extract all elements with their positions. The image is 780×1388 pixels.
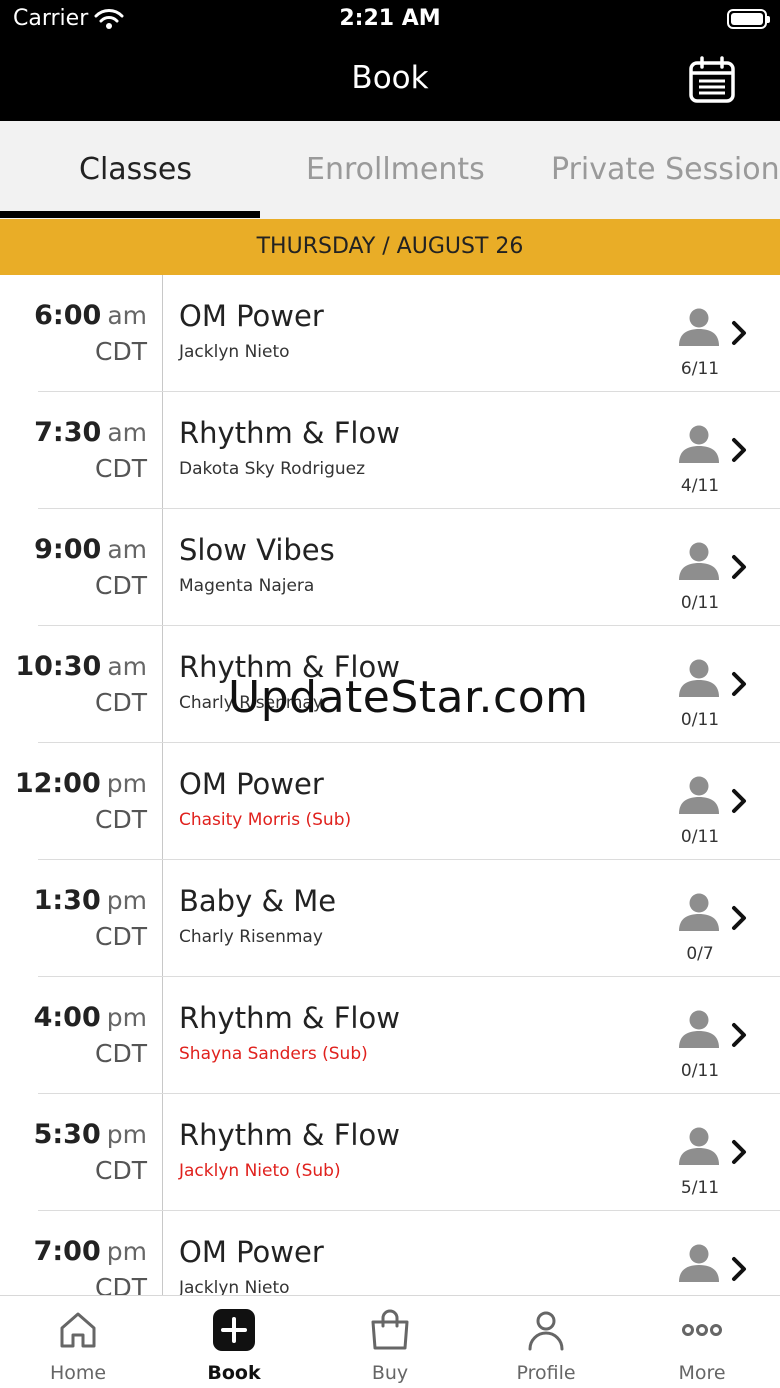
watermark: UpdateStar.com <box>228 672 589 723</box>
status-bar: Carrier 2:21 AM <box>0 0 780 40</box>
class-capacity: 5/11 <box>680 1178 720 1198</box>
bottom-tab-bar: Home Book Buy Profile More <box>0 1295 780 1387</box>
chevron-right-icon <box>732 1140 746 1164</box>
class-instructor: Jacklyn Nieto <box>179 1278 290 1295</box>
class-instructor: Chasity Morris (Sub) <box>179 810 352 830</box>
nav-bar: Book <box>0 40 780 121</box>
battery-icon <box>727 9 770 29</box>
class-row[interactable]: 7:00 pm CDT OM Power Jacklyn Nieto <box>0 1211 780 1295</box>
class-timezone: CDT <box>95 454 147 483</box>
class-time: 12:00 pm <box>14 768 147 799</box>
bottom-tab-profile[interactable]: Profile <box>468 1296 624 1388</box>
home-icon <box>60 1312 96 1348</box>
class-timezone: CDT <box>95 571 147 600</box>
person-icon <box>679 659 719 697</box>
status-time: 2:21 AM <box>339 6 441 31</box>
class-time: 1:30 pm <box>33 885 147 916</box>
class-row[interactable]: 12:00 pm CDT OM Power Chasity Morris (Sub) 0/… <box>0 743 780 860</box>
class-capacity: 0/11 <box>680 1061 720 1081</box>
tab-classes[interactable]: Classes <box>79 152 192 187</box>
person-icon <box>679 425 719 463</box>
page-title: Book <box>351 60 429 96</box>
class-time: 9:00 am <box>34 534 147 565</box>
class-capacity: 6/11 <box>680 359 720 379</box>
class-name: Rhythm & Flow <box>179 416 400 450</box>
class-name: OM Power <box>179 299 324 333</box>
date-header: THURSDAY / AUGUST 26 <box>0 219 780 275</box>
class-capacity: 4/11 <box>680 476 720 496</box>
chevron-right-icon <box>732 321 746 345</box>
bottom-tab-more[interactable]: More <box>624 1296 780 1388</box>
class-row[interactable]: 5:30 pm CDT Rhythm & Flow Jacklyn Nieto (Sub… <box>0 1094 780 1211</box>
bottom-tab-book[interactable]: Book <box>156 1296 312 1388</box>
class-row[interactable]: 6:00 am CDT OM Power Jacklyn Nieto 6/11 <box>0 275 780 392</box>
chevron-right-icon <box>732 1257 746 1281</box>
chevron-right-icon <box>732 555 746 579</box>
class-capacity: 0/7 <box>686 944 714 964</box>
person-icon <box>679 542 719 580</box>
class-timezone: CDT <box>95 922 147 951</box>
chevron-right-icon <box>732 1023 746 1047</box>
class-instructor: Magenta Najera <box>179 576 315 596</box>
class-time: 5:30 pm <box>33 1119 147 1150</box>
class-list[interactable]: 6:00 am CDT OM Power Jacklyn Nieto 6/11 7:30 am… <box>0 275 780 1295</box>
bottom-tab-label: Book <box>207 1362 261 1384</box>
chevron-right-icon <box>732 672 746 696</box>
class-time: 7:00 pm <box>33 1236 147 1267</box>
class-timezone: CDT <box>95 1156 147 1185</box>
class-capacity: 0/11 <box>680 710 720 730</box>
tab-enrollments[interactable]: Enrollments <box>306 152 485 187</box>
active-tab-indicator <box>0 211 260 218</box>
class-timezone: CDT <box>95 688 147 717</box>
bottom-tab-label: Profile <box>516 1362 576 1384</box>
class-capacity: 0/11 <box>680 593 720 613</box>
segment-tabs: Classes Enrollments Private Sessions <box>0 121 780 219</box>
tab-private-sessions[interactable]: Private Sessions <box>551 152 780 187</box>
plus-square-icon <box>213 1309 255 1351</box>
class-timezone: CDT <box>95 337 147 366</box>
class-timezone: CDT <box>95 1273 147 1295</box>
class-time: 4:00 pm <box>33 1002 147 1033</box>
class-instructor: Dakota Sky Rodriguez <box>179 459 366 479</box>
class-instructor: Jacklyn Nieto (Sub) <box>179 1161 341 1181</box>
class-name: Baby & Me <box>179 884 337 918</box>
class-name: OM Power <box>179 1235 324 1269</box>
profile-icon <box>528 1311 564 1351</box>
class-row[interactable]: 4:00 pm CDT Rhythm & Flow Shayna Sanders (Su… <box>0 977 780 1094</box>
class-instructor: Jacklyn Nieto <box>179 342 290 362</box>
class-name: Rhythm & Flow <box>179 1001 400 1035</box>
class-name: Rhythm & Flow <box>179 1118 400 1152</box>
person-icon <box>679 1244 719 1282</box>
bottom-tab-label: Buy <box>371 1362 409 1384</box>
chevron-right-icon <box>732 438 746 462</box>
calendar-icon[interactable] <box>686 54 738 106</box>
bottom-tab-home[interactable]: Home <box>0 1296 156 1388</box>
person-icon <box>679 308 719 346</box>
class-timezone: CDT <box>95 1039 147 1068</box>
shopping-bag-icon <box>371 1309 409 1350</box>
class-name: Slow Vibes <box>179 533 335 567</box>
class-row[interactable]: 1:30 pm CDT Baby & Me Charly Risenmay 0/7 <box>0 860 780 977</box>
class-time: 10:30 am <box>15 651 147 682</box>
class-time: 7:30 am <box>34 417 147 448</box>
class-instructor: Shayna Sanders (Sub) <box>179 1044 368 1064</box>
class-timezone: CDT <box>95 805 147 834</box>
class-instructor: Charly Risenmay <box>179 927 323 947</box>
bottom-tab-label: Home <box>49 1362 107 1384</box>
person-icon <box>679 1127 719 1165</box>
bottom-tab-buy[interactable]: Buy <box>312 1296 468 1388</box>
person-icon <box>679 776 719 814</box>
bottom-tab-label: More <box>678 1362 726 1384</box>
chevron-right-icon <box>732 789 746 813</box>
class-capacity: 0/11 <box>680 827 720 847</box>
person-icon <box>679 893 719 931</box>
class-row[interactable]: 7:30 am CDT Rhythm & Flow Dakota Sky Rodrigu… <box>0 392 780 509</box>
chevron-right-icon <box>732 906 746 930</box>
class-row[interactable]: 9:00 am CDT Slow Vibes Magenta Najera 0/11 <box>0 509 780 626</box>
more-dots-icon <box>682 1324 722 1336</box>
class-name: OM Power <box>179 767 324 801</box>
person-icon <box>679 1010 719 1048</box>
class-time: 6:00 am <box>34 300 147 331</box>
